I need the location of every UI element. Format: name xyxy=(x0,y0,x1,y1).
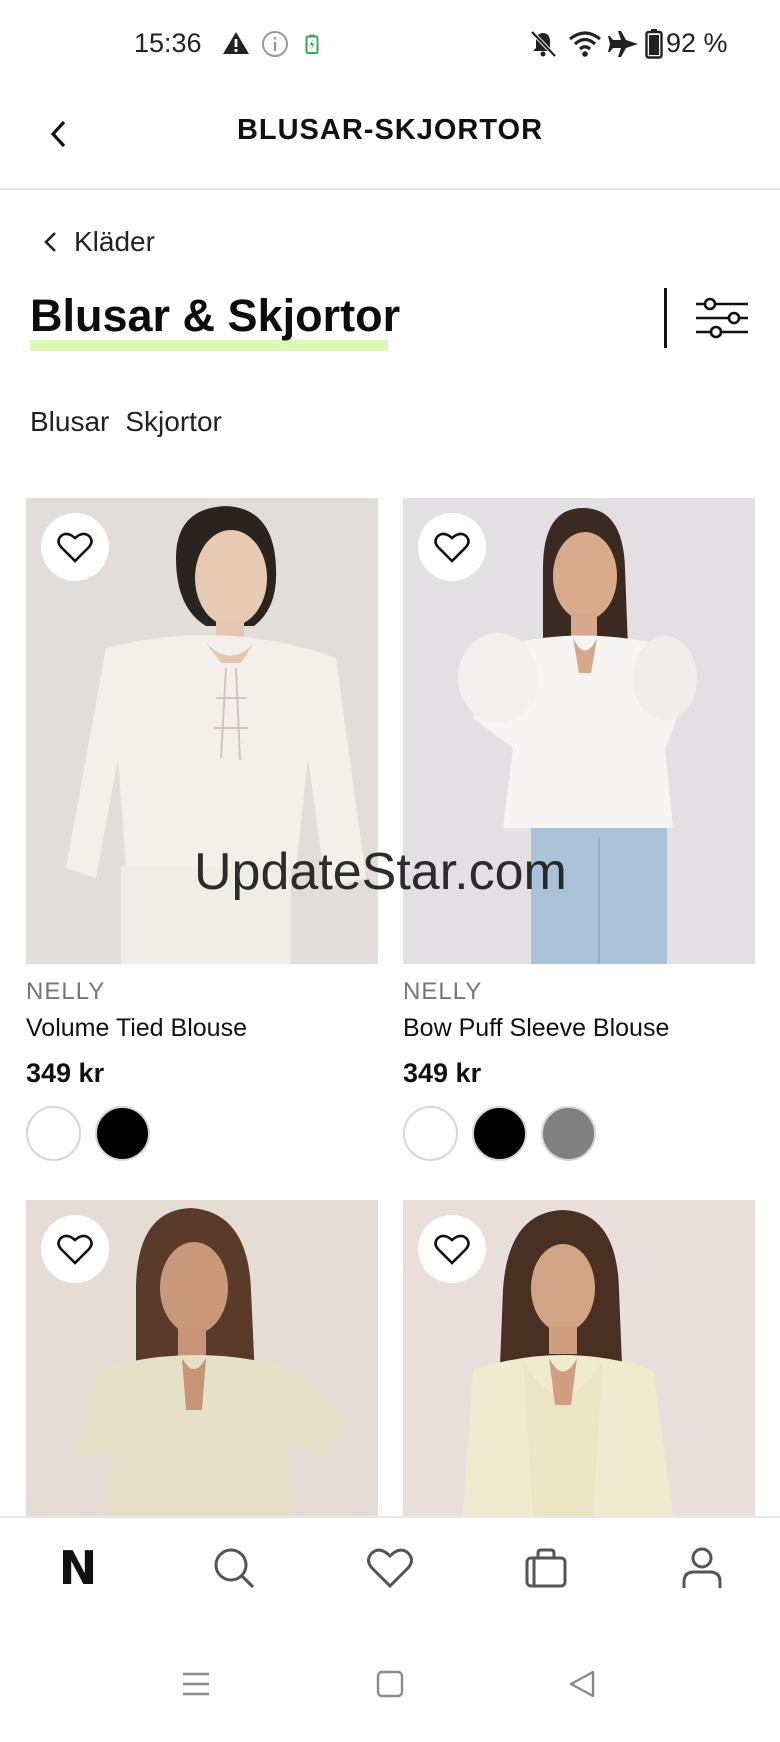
color-swatch-black[interactable] xyxy=(472,1106,527,1161)
heart-icon xyxy=(57,532,93,563)
nav-account[interactable] xyxy=(672,1538,732,1598)
top-app-bar: BLUSAR-SKJORTOR xyxy=(0,90,780,190)
bottom-navigation: N xyxy=(0,1516,780,1620)
product-card[interactable]: NELLY Volume Tied Blouse 349 kr xyxy=(26,498,378,1178)
color-swatches xyxy=(403,1106,596,1161)
heart-icon xyxy=(434,532,470,563)
system-back-button[interactable] xyxy=(552,1656,612,1712)
nav-search[interactable] xyxy=(204,1538,264,1598)
color-swatch-grey[interactable] xyxy=(541,1106,596,1161)
system-home-button[interactable] xyxy=(360,1656,420,1712)
color-swatch-white[interactable] xyxy=(26,1106,81,1161)
search-icon xyxy=(214,1548,255,1589)
product-brand: NELLY xyxy=(403,978,483,1005)
breadcrumb-label: Kläder xyxy=(74,226,155,257)
app-bar-title: BLUSAR-SKJORTOR xyxy=(236,114,544,146)
page-title: Blusar & Skjortor xyxy=(30,290,401,341)
nav-favorites[interactable] xyxy=(360,1538,420,1598)
status-time: 15:36 xyxy=(134,28,202,58)
subcategory-chip[interactable]: Skjortor xyxy=(125,406,221,438)
heart-icon xyxy=(434,1234,470,1265)
product-image[interactable] xyxy=(26,1200,378,1516)
home-square-icon xyxy=(376,1670,404,1698)
product-price: 349 kr xyxy=(403,1058,482,1088)
system-navigation xyxy=(0,1620,780,1742)
nav-home[interactable]: N xyxy=(48,1538,108,1598)
favorite-button[interactable] xyxy=(41,1215,109,1283)
battery-saver-icon xyxy=(305,34,319,54)
back-triangle-icon xyxy=(569,1670,595,1698)
user-icon xyxy=(682,1547,722,1588)
warning-icon xyxy=(223,32,249,54)
product-image[interactable] xyxy=(403,1200,755,1516)
battery-icon xyxy=(645,29,663,59)
nelly-logo-icon: N xyxy=(58,1541,98,1595)
filter-button[interactable] xyxy=(694,294,750,342)
color-swatches xyxy=(26,1106,150,1161)
airplane-icon xyxy=(608,31,638,57)
product-name[interactable]: Volume Tied Blouse xyxy=(26,1014,247,1043)
system-menu-button[interactable] xyxy=(166,1656,226,1712)
shopping-bag-icon xyxy=(525,1548,567,1588)
status-bar: 15:36 92 % xyxy=(0,0,780,90)
subcategory-chip[interactable]: Blusar xyxy=(30,406,109,438)
bell-off-icon xyxy=(530,30,557,58)
page-title-block: Blusar & Skjortor xyxy=(30,290,401,351)
wifi-icon xyxy=(569,31,601,57)
breadcrumb[interactable]: Kläder xyxy=(40,222,155,262)
battery-percent: 92 % xyxy=(666,28,728,58)
heart-icon xyxy=(57,1234,93,1265)
divider xyxy=(664,288,667,348)
heart-icon xyxy=(367,1548,413,1589)
watermark: UpdateStar.com xyxy=(194,843,567,901)
product-price: 349 kr xyxy=(26,1058,105,1088)
favorite-button[interactable] xyxy=(418,1215,486,1283)
menu-icon xyxy=(183,1672,209,1696)
product-brand: NELLY xyxy=(26,978,106,1005)
nav-bag[interactable] xyxy=(516,1538,576,1598)
product-card[interactable] xyxy=(403,1200,755,1516)
favorite-button[interactable] xyxy=(418,513,486,581)
info-icon xyxy=(262,31,288,57)
product-name[interactable]: Bow Puff Sleeve Blouse xyxy=(403,1014,669,1043)
favorite-button[interactable] xyxy=(41,513,109,581)
chevron-left-icon xyxy=(44,232,56,252)
product-card[interactable]: NELLY Bow Puff Sleeve Blouse 349 kr xyxy=(403,498,755,1178)
subcategory-list: Blusar Skjortor xyxy=(30,406,222,438)
color-swatch-white[interactable] xyxy=(403,1106,458,1161)
filter-sliders-icon xyxy=(696,297,748,339)
color-swatch-black[interactable] xyxy=(95,1106,150,1161)
product-card[interactable] xyxy=(26,1200,378,1516)
